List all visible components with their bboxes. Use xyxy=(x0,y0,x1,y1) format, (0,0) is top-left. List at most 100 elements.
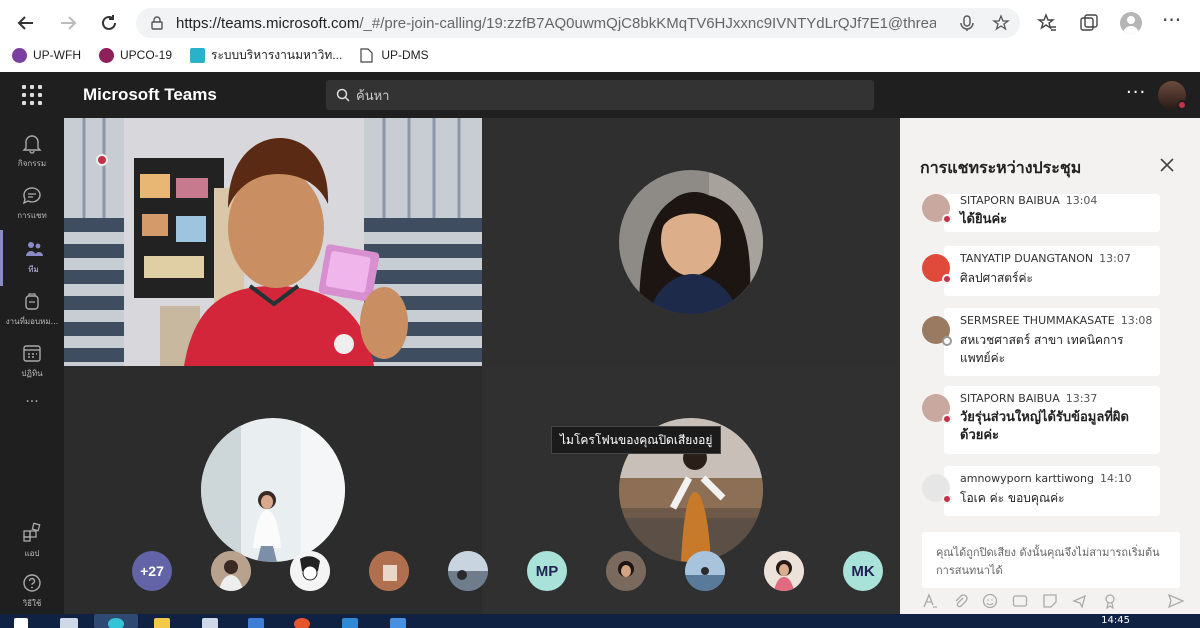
rail-label: ทีม xyxy=(28,265,39,274)
video-tile-presenter[interactable] xyxy=(64,118,482,366)
add-favorite-icon[interactable] xyxy=(992,14,1010,32)
document-icon xyxy=(360,47,373,63)
rail-item-chat[interactable]: การแชท xyxy=(0,176,64,232)
participant-avatar[interactable] xyxy=(290,551,330,591)
chrome-icon[interactable] xyxy=(294,618,310,628)
store-icon[interactable] xyxy=(202,618,218,628)
participant-photo xyxy=(211,551,251,591)
collections-icon[interactable] xyxy=(1078,12,1100,34)
rail-item-apps[interactable]: แอป xyxy=(0,514,64,570)
favorites-icon[interactable] xyxy=(1036,12,1058,34)
bookmark-up-dms[interactable]: UP-DMS xyxy=(360,47,429,63)
participant-photo xyxy=(685,551,725,591)
rail-item-teams[interactable]: ทีม xyxy=(0,230,64,286)
participant-avatar-woman xyxy=(619,170,763,314)
rail-item-assignments[interactable]: งานที่มอบหม... xyxy=(0,282,64,338)
reload-button[interactable] xyxy=(95,9,123,37)
message-time: 13:07 xyxy=(1099,252,1131,265)
participant-photo xyxy=(619,170,763,314)
close-icon[interactable] xyxy=(1158,156,1176,174)
rail-label: ปฏิทิน xyxy=(21,369,43,378)
meet-now-icon[interactable] xyxy=(1072,593,1088,609)
browser-menu-button[interactable]: ··· xyxy=(1162,8,1184,32)
app-launcher-icon[interactable] xyxy=(22,85,42,105)
rail-item-help[interactable]: วิธีใช้ xyxy=(0,564,64,620)
attach-icon[interactable] xyxy=(952,593,968,609)
sender-avatar[interactable] xyxy=(922,194,952,224)
mail-icon[interactable] xyxy=(248,618,264,628)
chat-icon xyxy=(22,187,41,205)
message-text: ศิลปศาสตร์ค่ะ xyxy=(960,271,1033,285)
address-bar[interactable]: https://teams.microsoft.com/_#/pre-join-… xyxy=(136,8,1020,38)
app-icon[interactable] xyxy=(390,618,406,628)
search-icon xyxy=(336,88,350,102)
compose-toolbar xyxy=(922,592,1184,610)
message-text: วัยรุ่นส่วนใหญ่ได้รับข้อมูลที่ผิดด้วยค่ะ xyxy=(960,410,1129,443)
participant-avatar[interactable] xyxy=(606,551,646,591)
chat-bubble: SITAPORN BAIBUA 13:37 วัยรุ่นส่วนใหญ่ได้ร… xyxy=(944,386,1160,454)
participant-avatar[interactable] xyxy=(448,551,488,591)
message-text: สหเวชศาสตร์ สาขา เทคนิคการแพทย์ค่ะ xyxy=(960,333,1124,365)
gif-icon[interactable] xyxy=(1012,593,1028,609)
browser-profile-avatar[interactable] xyxy=(1120,12,1142,34)
bookmarks-bar: UP-WFH UPCO-19 ระบบบริหารงานมหาวิท... UP… xyxy=(0,44,1200,66)
sender-avatar[interactable] xyxy=(922,474,952,504)
participant-avatar[interactable] xyxy=(211,551,251,591)
app-bar: กิจกรรม การแชท ทีม งานที่มอบหม... ปฏิทิน… xyxy=(0,118,64,614)
participant-avatar[interactable] xyxy=(369,551,409,591)
calendar-icon xyxy=(23,345,41,362)
teams-icon xyxy=(25,242,43,256)
send-icon[interactable] xyxy=(1168,593,1184,609)
sender-avatar[interactable] xyxy=(922,254,952,284)
bookmark-university-system[interactable]: ระบบบริหารงานมหาวิท... xyxy=(190,46,342,65)
apps-icon xyxy=(23,522,41,542)
rail-item-calendar[interactable]: ปฏิทิน xyxy=(0,334,64,390)
task-view-icon[interactable] xyxy=(60,618,78,628)
participant-avatar[interactable] xyxy=(764,551,804,591)
microphone-icon[interactable] xyxy=(958,14,976,32)
bookmark-label: UP-DMS xyxy=(381,48,429,62)
back-button[interactable] xyxy=(12,9,40,37)
participant-avatar[interactable] xyxy=(685,551,725,591)
chat-bubble: amnowyporn karttiwong 14:10 โอเค ค่ะ ขอบค… xyxy=(944,466,1160,516)
user-avatar[interactable] xyxy=(1158,81,1187,110)
bookmark-favicon-icon xyxy=(190,47,206,63)
screen: https://teams.microsoft.com/_#/pre-join-… xyxy=(0,0,1200,628)
message-time: 13:08 xyxy=(1120,314,1153,327)
taskbar-clock: 14:45 xyxy=(1101,615,1130,626)
chat-message: TANYATIP DUANGTANON 13:07 ศิลปศาสตร์ค่ะ xyxy=(922,246,1162,296)
chat-message: SITAPORN BAIBUA 13:04 ได้ยินค่ะ xyxy=(922,194,1162,232)
participant-initials-avatar[interactable]: MP xyxy=(527,551,567,591)
status-busy-icon xyxy=(1177,100,1187,110)
sender-name: SITAPORN BAIBUA xyxy=(960,194,1060,207)
chat-compose-box[interactable]: คุณได้ถูกปิดเสียง ดังนั้นคุณจึงไม่สามารถ… xyxy=(922,532,1180,588)
windows-start-icon[interactable] xyxy=(14,618,28,628)
file-explorer-icon[interactable] xyxy=(154,618,170,628)
search-input[interactable]: ค้นหา xyxy=(326,80,874,110)
url-text: https://teams.microsoft.com/_#/pre-join-… xyxy=(176,15,936,32)
forward-button[interactable] xyxy=(54,9,82,37)
sender-avatar[interactable] xyxy=(922,316,952,346)
app-icon[interactable] xyxy=(342,618,358,628)
emoji-icon[interactable] xyxy=(982,593,998,609)
backpack-icon xyxy=(25,293,39,310)
sender-avatar[interactable] xyxy=(922,394,952,424)
bookmark-upco-19[interactable]: UPCO-19 xyxy=(99,47,172,63)
presenter-video xyxy=(64,118,482,366)
format-icon[interactable] xyxy=(922,593,938,609)
participant-initials-avatar[interactable]: MK xyxy=(843,551,883,591)
help-icon xyxy=(23,574,41,592)
sender-name: amnowyporn karttiwong xyxy=(960,472,1094,485)
praise-icon[interactable] xyxy=(1102,593,1118,609)
more-participants-button[interactable]: +27 xyxy=(132,551,172,591)
participant-strip: +27 MP MK xyxy=(132,551,883,591)
url-host: https://teams.microsoft.com xyxy=(176,14,360,32)
chat-message: SITAPORN BAIBUA 13:37 วัยรุ่นส่วนใหญ่ได้ร… xyxy=(922,386,1162,454)
rail-label: กิจกรรม xyxy=(17,159,47,168)
sticker-icon[interactable] xyxy=(1042,593,1058,609)
bookmark-up-wfh[interactable]: UP-WFH xyxy=(12,47,81,63)
rail-more-button[interactable]: ··· xyxy=(0,390,64,414)
more-options-button[interactable]: ··· xyxy=(1126,82,1146,103)
bell-icon xyxy=(22,135,42,154)
rail-item-activity[interactable]: กิจกรรม xyxy=(0,124,64,180)
